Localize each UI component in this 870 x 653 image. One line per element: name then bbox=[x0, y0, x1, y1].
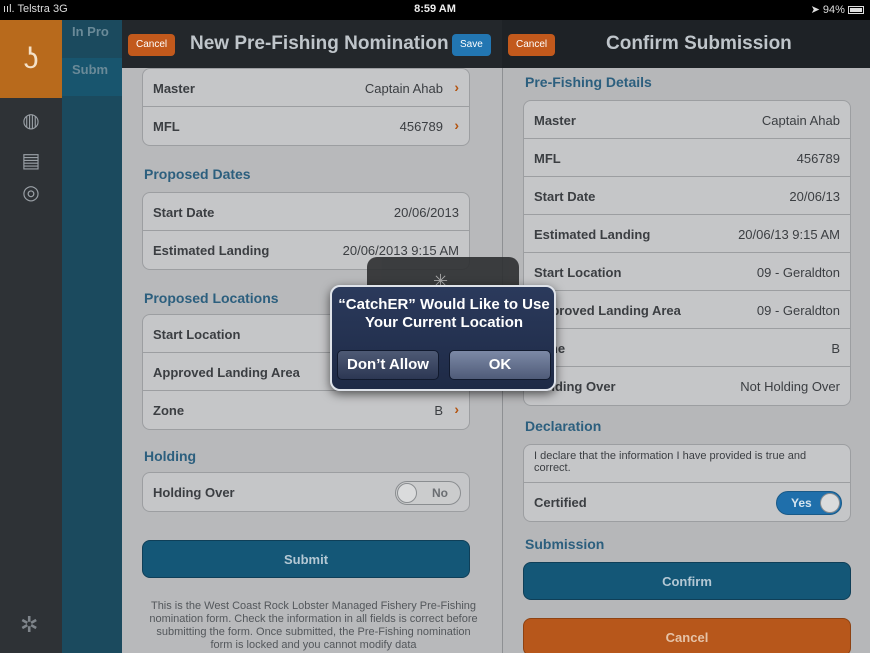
detail-row: Start Date 20/06/13 bbox=[524, 177, 850, 215]
holding-over-label: Holding Over bbox=[153, 485, 235, 500]
gear-icon[interactable]: ✲ bbox=[20, 612, 38, 638]
status-bar: ııl. Telstra 3G 8:59 AM ➤ 94% bbox=[0, 0, 870, 20]
master-label: Master bbox=[153, 81, 195, 96]
battery-icon bbox=[848, 6, 864, 15]
detail-label: Start Location bbox=[534, 265, 622, 280]
confirm-title: Confirm Submission bbox=[606, 33, 792, 54]
vessel-group: Master Captain Ahab › MFL 456789 › bbox=[142, 68, 470, 146]
zone-row[interactable]: Zone B › bbox=[143, 391, 469, 429]
battery-percent: 94% bbox=[822, 4, 845, 16]
location-permission-alert: “CatchER” Would Like to Use Your Current… bbox=[330, 285, 556, 391]
page-title: New Pre-Fishing Nomination bbox=[190, 33, 449, 54]
certified-row: Certified Yes bbox=[524, 483, 850, 521]
approved-landing-label: Approved Landing Area bbox=[153, 365, 300, 380]
toggle-knob bbox=[397, 483, 417, 503]
section-title-dates: Proposed Dates bbox=[144, 166, 251, 182]
chevron-right-icon: › bbox=[454, 79, 459, 95]
battery-status: ➤ 94% bbox=[811, 3, 864, 16]
form-footnote: This is the West Coast Rock Lobster Mana… bbox=[149, 600, 478, 651]
cancel-button[interactable]: Cancel bbox=[128, 34, 176, 56]
declaration-group: I declare that the information I have pr… bbox=[523, 444, 851, 522]
confirm-panel: Pre-Fishing Details Master Captain Ahab … bbox=[502, 68, 870, 653]
confirm-button[interactable]: Confirm bbox=[523, 562, 851, 600]
detail-label: Estimated Landing bbox=[534, 227, 651, 242]
section-title-declaration: Declaration bbox=[525, 418, 602, 434]
detail-row: Holding Over Not Holding Over bbox=[524, 367, 850, 405]
list-item-submitted[interactable]: Subm bbox=[62, 58, 122, 96]
master-value: Captain Ahab bbox=[364, 81, 443, 96]
cancel-submission-button[interactable]: Cancel bbox=[523, 618, 851, 653]
detail-row: Estimated Landing 20/06/13 9:15 AM bbox=[524, 215, 850, 253]
mfl-value: 456789 bbox=[399, 119, 443, 134]
detail-label: Approved Landing Area bbox=[534, 303, 681, 318]
estimated-landing-label: Estimated Landing bbox=[153, 243, 270, 258]
zone-label: Zone bbox=[153, 403, 185, 418]
section-title-submission: Submission bbox=[525, 536, 605, 552]
detail-value: Captain Ahab bbox=[761, 113, 840, 128]
submit-button[interactable]: Submit bbox=[142, 540, 470, 578]
nomination-list: In Pro Subm bbox=[62, 20, 122, 653]
list-item-in-progress[interactable]: In Pro bbox=[62, 20, 122, 58]
section-title-details: Pre-Fishing Details bbox=[525, 74, 652, 90]
ok-button[interactable]: OK bbox=[449, 350, 551, 380]
mfl-row[interactable]: MFL 456789 › bbox=[143, 107, 469, 145]
detail-row: Zone B bbox=[524, 329, 850, 367]
globe-icon[interactable]: ◍ bbox=[18, 108, 44, 134]
detail-value: 09 - Geraldton bbox=[756, 265, 840, 280]
detail-label: MFL bbox=[534, 151, 561, 166]
lifebuoy-icon[interactable]: ◎ bbox=[18, 180, 44, 206]
save-button[interactable]: Save bbox=[452, 34, 491, 56]
nomination-navbar: Cancel New Pre-Fishing Nomination Save bbox=[122, 20, 502, 68]
start-date-label: Start Date bbox=[153, 205, 215, 220]
detail-value: 20/06/13 9:15 AM bbox=[738, 227, 840, 242]
chevron-right-icon: › bbox=[454, 401, 459, 417]
toggle-knob bbox=[820, 493, 840, 513]
certified-toggle[interactable]: Yes bbox=[776, 491, 842, 515]
detail-value: B bbox=[831, 341, 840, 356]
detail-label: Master bbox=[534, 113, 576, 128]
detail-value: 20/06/13 bbox=[789, 189, 840, 204]
declaration-text: I declare that the information I have pr… bbox=[524, 445, 850, 483]
confirm-navbar: Cancel Confirm Submission bbox=[502, 20, 870, 68]
section-title-locations: Proposed Locations bbox=[144, 290, 279, 306]
detail-value: 09 - Geraldton bbox=[756, 303, 840, 318]
certified-label: Certified bbox=[534, 495, 587, 510]
toggle-text: No bbox=[432, 486, 448, 500]
detail-row: MFL 456789 bbox=[524, 139, 850, 177]
confirm-cancel-button[interactable]: Cancel bbox=[508, 34, 556, 56]
detail-row: Approved Landing Area 09 - Geraldton bbox=[524, 291, 850, 329]
app-sidebar: ʖ ◍ ▤ ◎ ✲ bbox=[0, 20, 62, 653]
holding-group: Holding Over No bbox=[142, 472, 470, 512]
detail-row: Start Location 09 - Geraldton bbox=[524, 253, 850, 291]
detail-row: Master Captain Ahab bbox=[524, 101, 850, 139]
mfl-label: MFL bbox=[153, 119, 180, 134]
detail-value: Not Holding Over bbox=[740, 379, 840, 394]
dont-allow-button[interactable]: Don’t Allow bbox=[337, 350, 439, 380]
holding-over-row: Holding Over No bbox=[143, 473, 469, 511]
location-arrow-icon: ➤ bbox=[810, 4, 820, 16]
start-location-label: Start Location bbox=[153, 327, 241, 342]
estimated-landing-value: 20/06/2013 9:15 AM bbox=[342, 243, 459, 258]
toggle-text: Yes bbox=[791, 496, 812, 510]
details-group: Master Captain Ahab MFL 456789 Start Dat… bbox=[523, 100, 851, 406]
start-date-value: 20/06/2013 bbox=[393, 205, 459, 220]
detail-value: 456789 bbox=[796, 151, 840, 166]
detail-label: Start Date bbox=[534, 189, 596, 204]
chevron-right-icon: › bbox=[454, 117, 459, 133]
start-date-row[interactable]: Start Date 20/06/2013 bbox=[143, 193, 469, 231]
holding-over-toggle[interactable]: No bbox=[395, 481, 461, 505]
master-row[interactable]: Master Captain Ahab › bbox=[143, 69, 469, 107]
document-icon[interactable]: ▤ bbox=[18, 148, 44, 174]
section-title-holding: Holding bbox=[144, 448, 197, 464]
fishhook-icon[interactable]: ʖ bbox=[0, 20, 62, 98]
zone-value: B bbox=[434, 403, 443, 418]
alert-title: “CatchER” Would Like to Use Your Current… bbox=[338, 296, 550, 331]
clock: 8:59 AM bbox=[414, 3, 456, 15]
